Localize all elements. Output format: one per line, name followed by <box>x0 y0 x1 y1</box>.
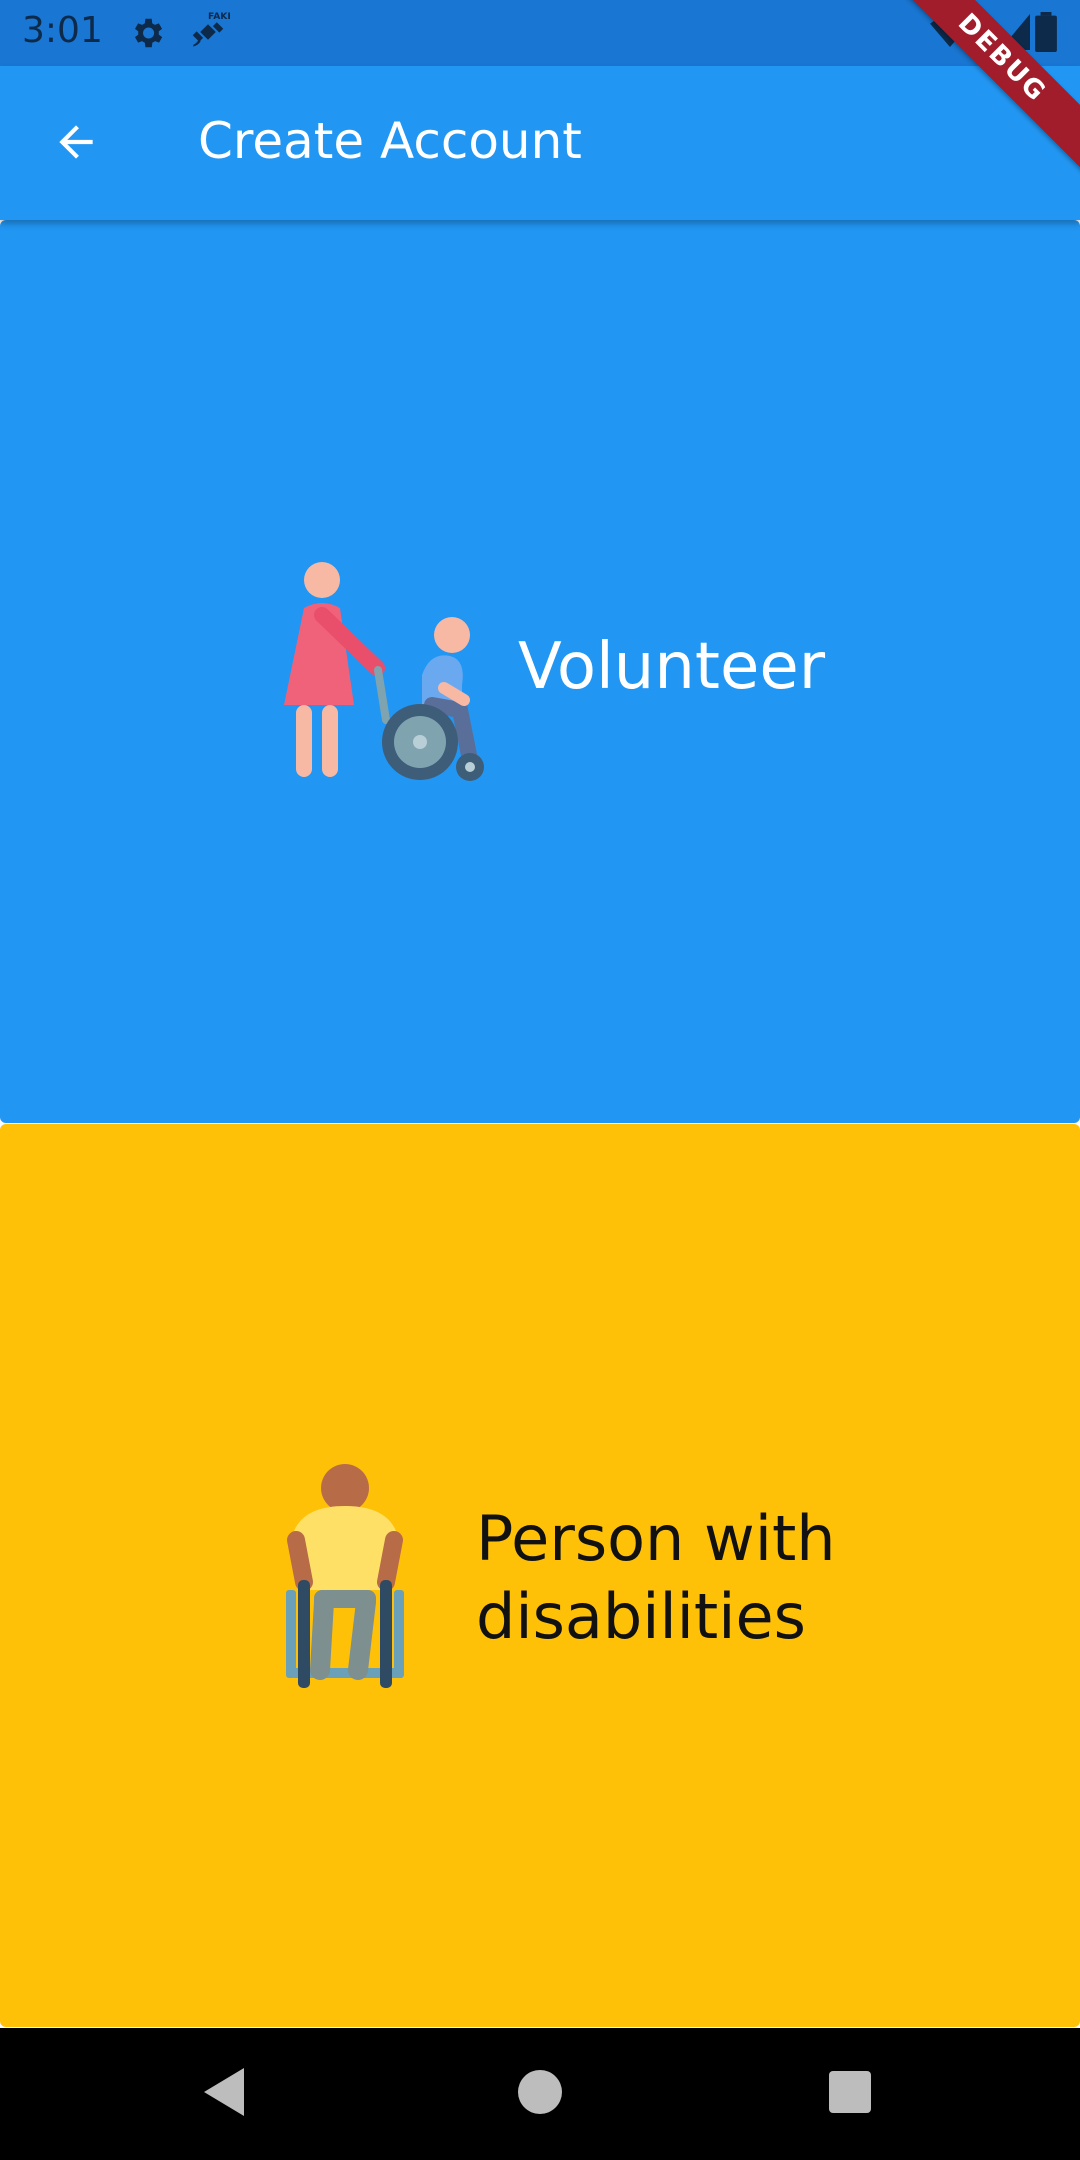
nav-back-button[interactable] <box>194 2062 258 2126</box>
disability-label-line2: disabilities <box>476 1580 806 1653</box>
screen: 3:01 FAKE <box>0 0 1080 2160</box>
volunteer-label: Volunteer <box>518 630 826 704</box>
back-button[interactable] <box>38 106 114 182</box>
volunteer-wheelchair-icon <box>282 560 492 794</box>
back-triangle-icon <box>204 2068 248 2120</box>
gear-icon <box>128 14 166 56</box>
battery-icon <box>1034 12 1058 56</box>
disability-label: Person with disabilities <box>476 1500 836 1656</box>
nav-recents-button[interactable] <box>818 2062 882 2126</box>
status-bar: 3:01 FAKE <box>0 0 1080 66</box>
status-time: 3:01 <box>22 10 103 51</box>
wheelchair-person-icon <box>280 1462 410 1694</box>
app-bar: Create Account <box>0 66 1080 220</box>
home-circle-icon <box>518 2070 562 2118</box>
disability-label-line1: Person with <box>476 1502 836 1575</box>
nav-home-button[interactable] <box>508 2062 572 2126</box>
navigation-bar <box>0 2028 1080 2160</box>
arrow-back-icon <box>51 117 101 171</box>
svg-text:FAKE: FAKE <box>208 11 230 22</box>
page-title: Create Account <box>198 112 582 170</box>
satellite-icon: FAKE <box>186 10 234 58</box>
recents-square-icon <box>829 2071 871 2117</box>
